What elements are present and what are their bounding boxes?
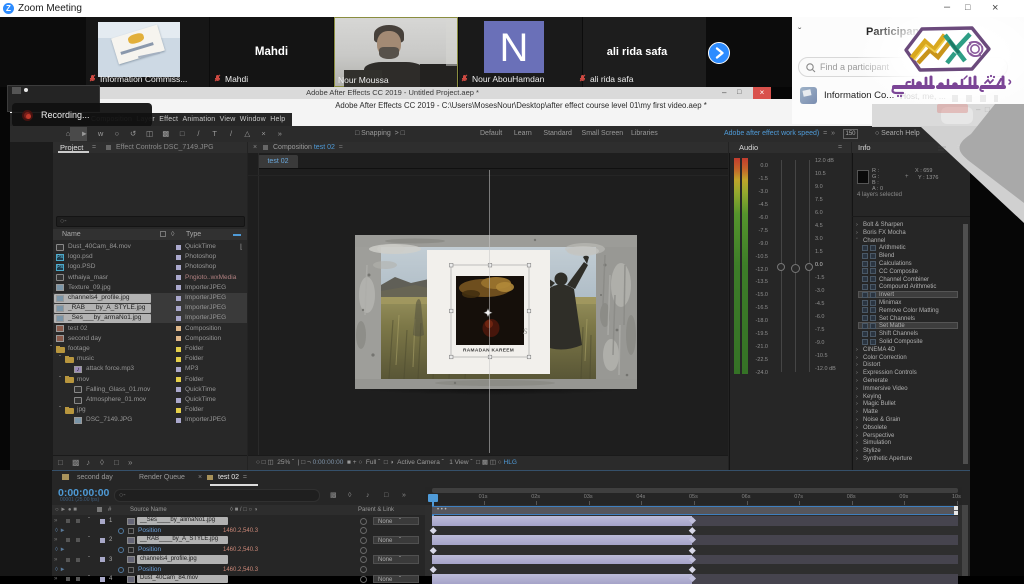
svg-text:s: s — [523, 323, 528, 337]
